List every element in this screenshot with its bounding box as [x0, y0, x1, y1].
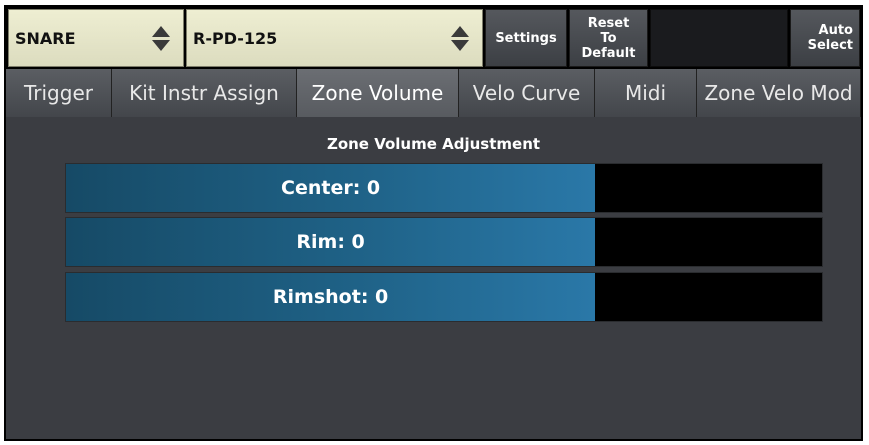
reset-to-default-button[interactable]: Reset To Default	[569, 9, 648, 67]
instrument-selector-value: SNARE	[15, 28, 76, 48]
slider-label: Center: 0	[281, 177, 381, 199]
up-down-arrows-icon[interactable]	[448, 25, 472, 51]
tab-label: Kit Instr Assign	[129, 81, 279, 105]
slider-label: Rimshot: 0	[272, 286, 389, 308]
tab-label: Velo Curve	[472, 81, 581, 105]
top-toolbar: SNARE R-PD-125 Settings Reset To Default…	[6, 7, 861, 69]
tab-midi[interactable]: Midi	[595, 69, 697, 117]
auto-select-button-label: Auto Select	[807, 23, 853, 53]
rimshot-volume-slider[interactable]: Rimshot: 0	[65, 272, 823, 322]
settings-button[interactable]: Settings	[485, 9, 567, 67]
rim-volume-slider[interactable]: Rim: 0	[65, 217, 823, 267]
tab-label: Zone Volume	[311, 81, 444, 105]
tab-label: Trigger	[24, 81, 93, 105]
tab-zone-velo-mod[interactable]: Zone Velo Mod	[697, 69, 861, 117]
auto-select-button[interactable]: Auto Select	[790, 9, 860, 67]
reset-button-label: Reset To Default	[581, 15, 636, 61]
tab-trigger[interactable]: Trigger	[6, 69, 112, 117]
section-title: Zone Volume Adjustment	[326, 135, 541, 153]
tab-label: Midi	[624, 81, 667, 105]
toolbar-spacer	[650, 9, 788, 67]
pad-selector[interactable]: R-PD-125	[186, 9, 483, 67]
instrument-selector[interactable]: SNARE	[8, 9, 184, 67]
arrow-up-icon[interactable]	[451, 25, 469, 37]
tab-zone-volume[interactable]: Zone Volume	[297, 69, 459, 117]
arrow-up-icon[interactable]	[152, 25, 170, 37]
tab-kit-instr-assign[interactable]: Kit Instr Assign	[112, 69, 297, 117]
up-down-arrows-icon[interactable]	[149, 25, 173, 51]
center-volume-slider[interactable]: Center: 0	[65, 163, 823, 213]
settings-button-label: Settings	[495, 30, 557, 46]
arrow-down-icon[interactable]	[451, 39, 469, 51]
slider-label: Rim: 0	[296, 231, 365, 253]
arrow-down-icon[interactable]	[152, 39, 170, 51]
tab-velo-curve[interactable]: Velo Curve	[459, 69, 595, 117]
pad-selector-value: R-PD-125	[193, 28, 278, 48]
tab-label: Zone Velo Mod	[704, 81, 853, 105]
tab-bar: Trigger Kit Instr Assign Zone Volume Vel…	[6, 69, 861, 117]
app-window: SNARE R-PD-125 Settings Reset To Default…	[4, 5, 863, 441]
